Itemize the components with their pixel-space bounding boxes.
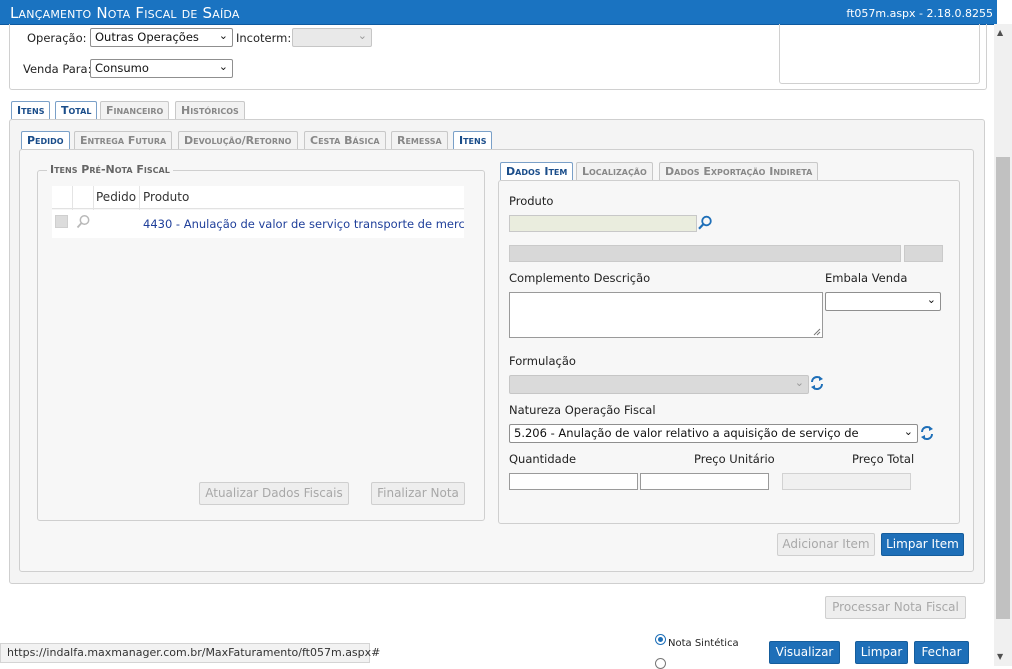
subtab-cesta-basica[interactable]: Cesta Básica: [304, 131, 386, 149]
zoom-icon[interactable]: [76, 214, 91, 229]
formulacao-select[interactable]: ⌄: [509, 375, 809, 394]
embala-venda-select[interactable]: ⌄: [825, 292, 941, 311]
visualizar-button[interactable]: Visualizar: [769, 641, 840, 664]
window-version: ft057m.aspx - 2.18.0.8255: [846, 7, 993, 20]
embala-venda-label: Embala Venda: [825, 271, 908, 285]
limpar-item-button[interactable]: Limpar Item: [881, 533, 964, 556]
subtab-remessa[interactable]: Remessa: [391, 131, 448, 149]
natureza-select[interactable]: 5.206 - Anulação de valor relativo a aqu…: [509, 424, 918, 443]
incoterm-select[interactable]: ⌄: [292, 28, 372, 47]
chevron-down-icon: ⌄: [901, 425, 913, 438]
nota-sintetica-radio[interactable]: [655, 634, 666, 645]
tab-financeiro[interactable]: Financeiro: [100, 101, 170, 119]
preco-unitario-input[interactable]: [640, 473, 769, 490]
tab-itens[interactable]: Itens: [11, 101, 51, 119]
produto-unidade-field: [904, 245, 943, 262]
subtab-itens[interactable]: Itens: [453, 131, 493, 149]
title-bar: Lançamento Nota Fiscal de Saída ft057m.a…: [0, 0, 997, 25]
venda-para-select[interactable]: Consumo ⌄: [90, 59, 233, 78]
atualizar-dados-fiscais-button[interactable]: Atualizar Dados Fiscais: [199, 482, 349, 505]
limpar-button[interactable]: Limpar: [855, 641, 908, 664]
preco-total-input: [782, 473, 911, 490]
quantidade-label: Quantidade: [509, 452, 577, 466]
incoterm-label: Incoterm:: [236, 31, 292, 45]
subtab-devolucao-retorno[interactable]: Devolução/Retorno: [178, 131, 298, 149]
status-bar: https://indalfa.maxmanager.com.br/MaxFat…: [0, 643, 380, 663]
header-side-box: [779, 24, 980, 84]
search-icon[interactable]: [697, 215, 713, 231]
chevron-down-icon: ⌄: [357, 29, 367, 42]
scroll-up-icon[interactable]: ▲: [997, 28, 1003, 37]
resize-handle-icon[interactable]: [813, 328, 821, 336]
grid-col-pedido: Pedido: [96, 190, 137, 204]
venda-para-label: Venda Para:: [23, 62, 92, 76]
refresh-icon[interactable]: [810, 375, 824, 391]
scroll-down-icon[interactable]: ▼: [997, 652, 1003, 661]
refresh-icon[interactable]: [920, 425, 934, 441]
natureza-value: 5.206 - Anulação de valor relativo a aqu…: [514, 426, 859, 442]
complemento-label: Complemento Descrição: [509, 271, 651, 285]
chevron-down-icon: ⌄: [218, 29, 228, 42]
produto-label: Produto: [509, 194, 554, 208]
processar-nota-fiscal-button[interactable]: Processar Nota Fiscal: [825, 596, 966, 619]
produto-input[interactable]: [509, 215, 697, 232]
tab-total[interactable]: Total: [55, 101, 98, 119]
tab-historicos[interactable]: Históricos: [175, 101, 245, 119]
subtab-pedido[interactable]: Pedido: [21, 131, 70, 149]
subtab-entrega-futura[interactable]: Entrega Futura: [74, 131, 173, 149]
window-title: Lançamento Nota Fiscal de Saída: [10, 4, 240, 22]
tab-dados-exportacao-indireta[interactable]: Dados Exportação Indireta: [659, 162, 819, 180]
adicionar-item-button[interactable]: Adicionar Item: [777, 533, 875, 556]
chevron-down-icon: ⌄: [926, 293, 936, 306]
operacao-value: Outras Operações: [95, 30, 199, 44]
row-checkbox[interactable]: [55, 215, 68, 228]
complemento-textarea[interactable]: [509, 292, 823, 338]
grid-col-produto: Produto: [143, 190, 190, 204]
itens-pre-nota-legend: Itens Pré-Nota Fiscal: [47, 163, 173, 176]
tab-dados-item[interactable]: Dados Item: [500, 162, 574, 180]
tab-localizacao[interactable]: Localização: [576, 162, 653, 180]
operacao-label: Operação:: [27, 31, 87, 45]
fechar-button[interactable]: Fechar: [914, 641, 969, 664]
natureza-label: Natureza Operação Fiscal: [509, 403, 656, 417]
row-produto-link[interactable]: 4430 - Anulação de valor de serviço tran…: [143, 217, 464, 231]
scrollbar-thumb[interactable]: [996, 157, 1010, 619]
radio-dot: [658, 637, 663, 642]
status-url: https://indalfa.maxmanager.com.br/MaxFat…: [7, 646, 381, 659]
nota-sintetica-label: Nota Sintética: [668, 638, 739, 649]
row-produto-cell: 4430 - Anulação de valor de serviço tran…: [143, 217, 464, 231]
produto-descricao-field: [509, 245, 901, 262]
finalizar-nota-button[interactable]: Finalizar Nota: [371, 482, 465, 505]
formulacao-label: Formulação: [509, 354, 576, 368]
operacao-select[interactable]: Outras Operações ⌄: [90, 28, 233, 47]
quantidade-input[interactable]: [509, 473, 638, 490]
chevron-down-icon: ⌄: [794, 376, 804, 389]
preco-total-label: Preço Total: [852, 452, 915, 466]
nota-analitica-radio[interactable]: [655, 658, 666, 669]
chevron-down-icon: ⌄: [218, 60, 228, 73]
venda-para-value: Consumo: [95, 61, 149, 75]
preco-unitario-label: Preço Unitário: [694, 452, 775, 466]
